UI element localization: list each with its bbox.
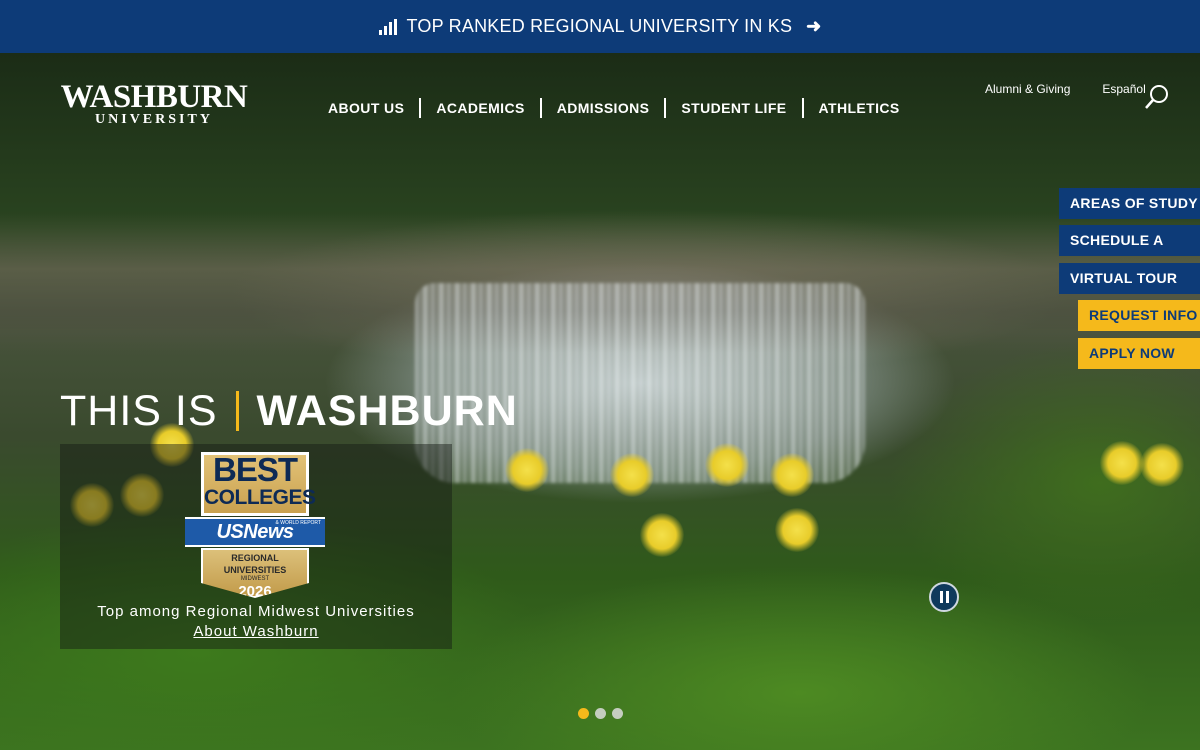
- carousel-dot-2[interactable]: [595, 708, 606, 719]
- washburn-logo[interactable]: WASHBURN UNIVERSITY: [57, 81, 251, 127]
- carousel-dot-3[interactable]: [612, 708, 623, 719]
- badge-region-text: MIDWEST: [240, 576, 270, 582]
- top-banner-link[interactable]: TOP RANKED REGIONAL UNIVERSITY IN KS ➜: [0, 0, 1200, 53]
- tagline-washburn: WASHBURN: [256, 387, 518, 435]
- search-icon[interactable]: [1143, 83, 1171, 111]
- about-washburn-link[interactable]: About Washburn: [60, 622, 452, 642]
- nav-admissions[interactable]: ADMISSIONS: [539, 98, 665, 118]
- top-banner-text: TOP RANKED REGIONAL UNIVERSITY IN KS: [406, 16, 793, 36]
- badge-best-colleges: BEST COLLEGES: [201, 451, 316, 516]
- apply-now-button[interactable]: APPLY NOW: [1078, 338, 1200, 369]
- bar-chart-icon: [378, 18, 397, 35]
- nav-athletics[interactable]: ATHLETICS: [801, 98, 915, 118]
- ranking-card-text-block: Top among Regional Midwest Universities …: [60, 602, 452, 642]
- main-navigation: ABOUT US ACADEMICS ADMISSIONS STUDENT LI…: [318, 98, 915, 118]
- badge-year-text: 2026: [238, 583, 272, 600]
- utility-navigation: Alumni & Giving Español: [985, 82, 1146, 96]
- ranking-description: Top among Regional Midwest Universities: [97, 603, 415, 620]
- schedule-a-visit-button[interactable]: SCHEDULE A VISIT: [1059, 225, 1200, 279]
- nav-about-us[interactable]: ABOUT US: [318, 98, 419, 118]
- pause-icon: [939, 591, 943, 603]
- badge-best-text: BEST: [212, 451, 298, 488]
- badge-colleges-text: COLLEGES: [204, 486, 316, 509]
- us-news-badge: BEST COLLEGES USNews & WORLD REPORT REGI…: [185, 452, 325, 599]
- request-info-button[interactable]: REQUEST INFO: [1078, 300, 1200, 331]
- carousel-pause-button[interactable]: [929, 582, 959, 612]
- nav-espanol[interactable]: Español: [1102, 82, 1145, 96]
- virtual-tour-button[interactable]: VIRTUAL TOUR: [1059, 263, 1200, 294]
- ranking-card: BEST COLLEGES USNews & WORLD REPORT REGI…: [60, 444, 452, 649]
- nav-alumni-giving[interactable]: Alumni & Giving: [985, 82, 1070, 96]
- badge-brand-sub: & WORLD REPORT: [275, 520, 321, 526]
- areas-of-study-button[interactable]: AREAS OF STUDY: [1059, 188, 1200, 219]
- tagline-divider: [235, 391, 239, 431]
- carousel-dot-1[interactable]: [578, 708, 589, 719]
- arrow-right-icon: ➜: [806, 16, 822, 36]
- nav-student-life[interactable]: STUDENT LIFE: [664, 98, 801, 118]
- badge-usnews-band: USNews & WORLD REPORT: [185, 517, 325, 547]
- hero-tagline: THIS IS WASHBURN: [60, 387, 518, 435]
- tagline-this-is: THIS IS: [60, 387, 218, 435]
- logo-wordmark: WASHBURN: [60, 79, 248, 115]
- badge-category-shield: REGIONAL UNIVERSITIES MIDWEST 2026: [201, 548, 309, 598]
- carousel-dots: [578, 708, 623, 719]
- logo-subtitle: UNIVERSITY: [95, 112, 213, 127]
- nav-academics[interactable]: ACADEMICS: [419, 98, 539, 118]
- badge-category-text: REGIONAL UNIVERSITIES: [223, 553, 287, 575]
